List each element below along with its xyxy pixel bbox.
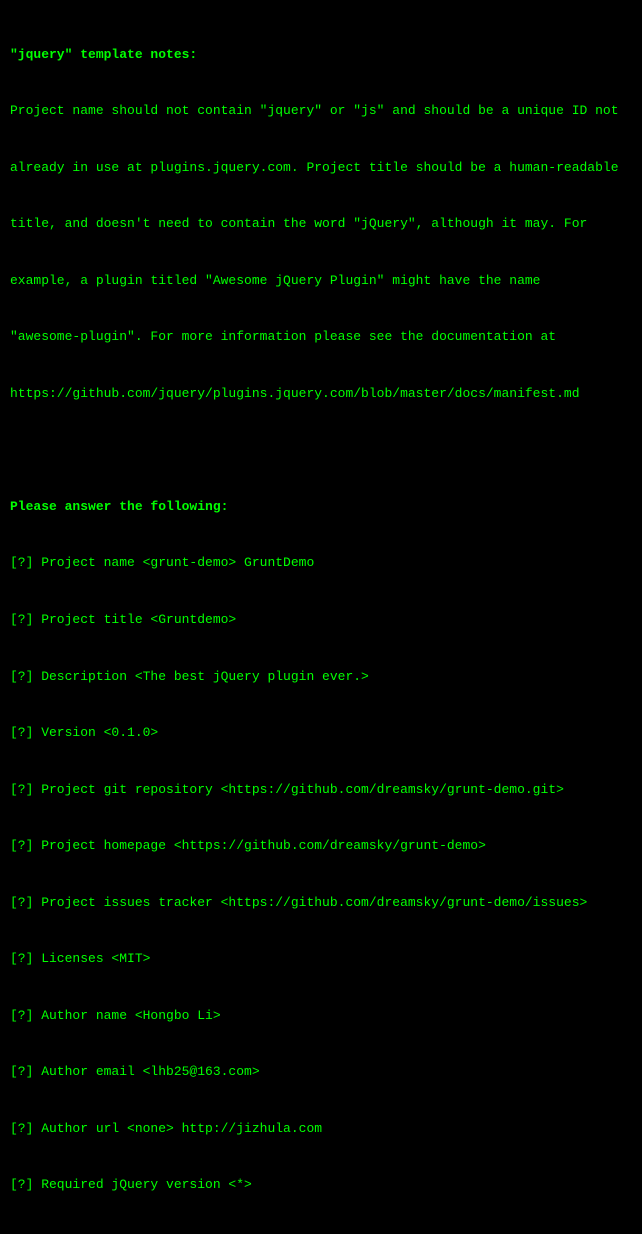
line-12: [?] Version <0.1.0>	[10, 724, 632, 743]
line-6: https://github.com/jquery/plugins.jquery…	[10, 385, 632, 404]
line-17: [?] Author name <Hongbo Li>	[10, 1007, 632, 1026]
line-7	[10, 441, 632, 460]
line-4: example, a plugin titled "Awesome jQuery…	[10, 272, 632, 291]
line-1: Project name should not contain "jquery"…	[10, 102, 632, 121]
line-8: Please answer the following:	[10, 498, 632, 517]
line-14: [?] Project homepage <https://github.com…	[10, 837, 632, 856]
line-21: [?] Do you need to make any changes to t…	[10, 1233, 632, 1234]
line-9: [?] Project name <grunt-demo> GruntDemo	[10, 554, 632, 573]
line-15: [?] Project issues tracker <https://gith…	[10, 894, 632, 913]
line-20: [?] Required jQuery version <*>	[10, 1176, 632, 1195]
line-16: [?] Licenses <MIT>	[10, 950, 632, 969]
line-13: [?] Project git repository <https://gith…	[10, 781, 632, 800]
line-18: [?] Author email <lhb25@163.com>	[10, 1063, 632, 1082]
line-10: [?] Project title <Gruntdemo>	[10, 611, 632, 630]
terminal-output: "jquery" template notes: Project name sh…	[10, 8, 632, 1234]
line-11: [?] Description <The best jQuery plugin …	[10, 668, 632, 687]
line-5: "awesome-plugin". For more information p…	[10, 328, 632, 347]
line-0: "jquery" template notes:	[10, 46, 632, 65]
line-2: already in use at plugins.jquery.com. Pr…	[10, 159, 632, 178]
line-19: [?] Author url <none> http://jizhula.com	[10, 1120, 632, 1139]
line-3: title, and doesn't need to contain the w…	[10, 215, 632, 234]
